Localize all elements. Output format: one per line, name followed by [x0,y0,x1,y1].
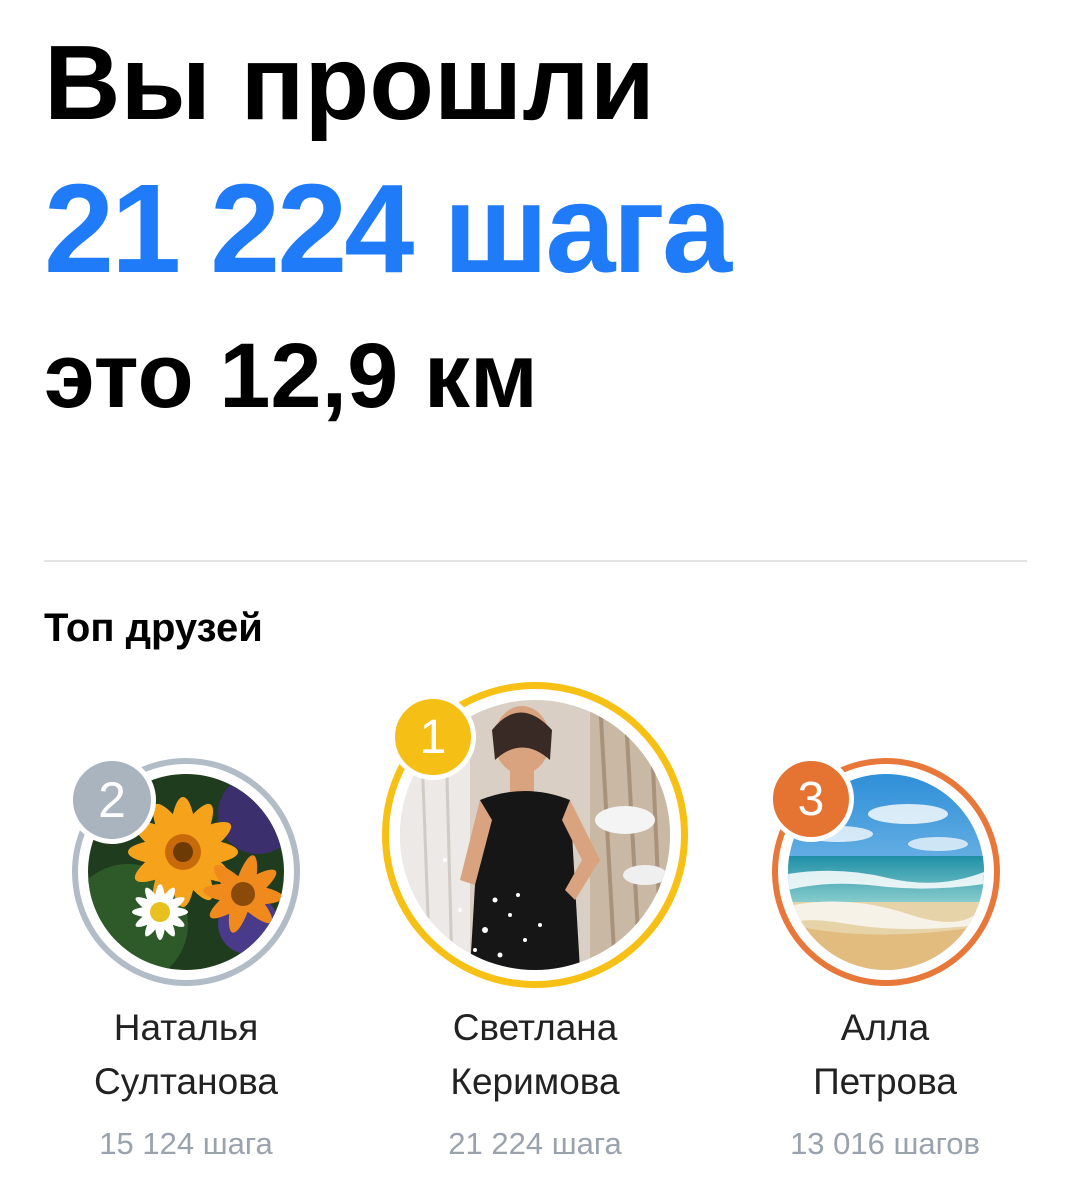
friend-name: Алла Петрова [735,1001,1035,1109]
rank-number: 1 [419,710,447,764]
friend-steps: 21 224 шага [448,1126,622,1161]
rank-badge: 1 [390,694,476,780]
rank-number: 2 [98,772,126,828]
rank-badge: 3 [768,756,854,842]
headline-distance-label: Вы прошли [44,24,655,142]
rank-badge: 2 [68,756,156,844]
friend-steps: 13 016 шагов [790,1126,980,1161]
friend-last-name: Султанова [94,1061,278,1102]
top-friends-title: Топ друзей [44,606,263,650]
friend-first-name: Светлана [452,1007,618,1048]
steps-total: 21 224 шага [44,158,732,299]
distance-km: это 12,9 км [44,325,538,427]
divider [44,560,1027,562]
friend-name: Наталья Султанова [36,1001,336,1109]
friend-name: Светлана Керимова [385,1001,685,1109]
rank-number: 3 [797,772,825,826]
friend-last-name: Петрова [813,1061,957,1102]
friend-first-name: Алла [840,1007,930,1048]
friend-last-name: Керимова [450,1061,620,1102]
friend-steps: 15 124 шага [99,1126,273,1161]
friend-first-name: Наталья [113,1007,259,1048]
